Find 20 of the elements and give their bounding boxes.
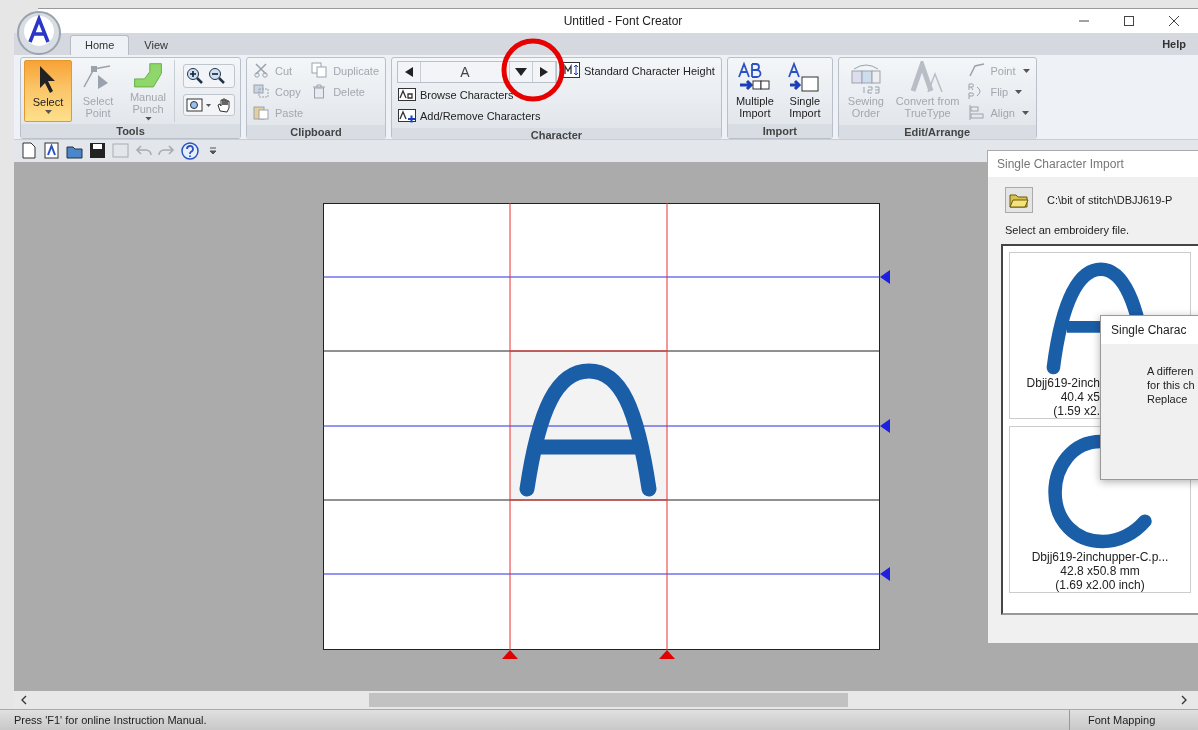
file-size: (1.69 x2.00 inch): [1054, 578, 1146, 592]
group-label: Tools: [21, 124, 240, 138]
message-text: Replace: [1147, 392, 1189, 406]
group-label: Edit/Arrange: [838, 125, 1036, 139]
instruction-text: Select an embroidery file.: [1004, 223, 1131, 236]
group-label: Import: [727, 124, 832, 138]
file-name: Dbjj619-2inch: [1025, 376, 1100, 390]
file-size: 40.4 x5: [1059, 390, 1100, 404]
group-label: Clipboard: [247, 125, 385, 139]
status-panel: Font Mapping: [1069, 710, 1198, 730]
status-message: Press 'F1' for online Instruction Manual.: [13, 714, 208, 726]
window-title: Untitled - Font Creator: [562, 14, 684, 28]
message-text: for this ch: [1147, 378, 1196, 392]
file-size: 42.8 x50.8 mm: [1059, 564, 1141, 578]
dialog-title: Single Character Import: [988, 151, 1198, 177]
dialog-title: Single Charac: [1101, 316, 1198, 344]
file-name: Dbjj619-2inchupper-C.p...: [1030, 550, 1170, 564]
file-path: C:\bit of stitch\DBJJ619-P: [1047, 194, 1173, 206]
file-size: (1.59 x2.: [1052, 404, 1100, 418]
message-text: A differen: [1147, 364, 1195, 378]
